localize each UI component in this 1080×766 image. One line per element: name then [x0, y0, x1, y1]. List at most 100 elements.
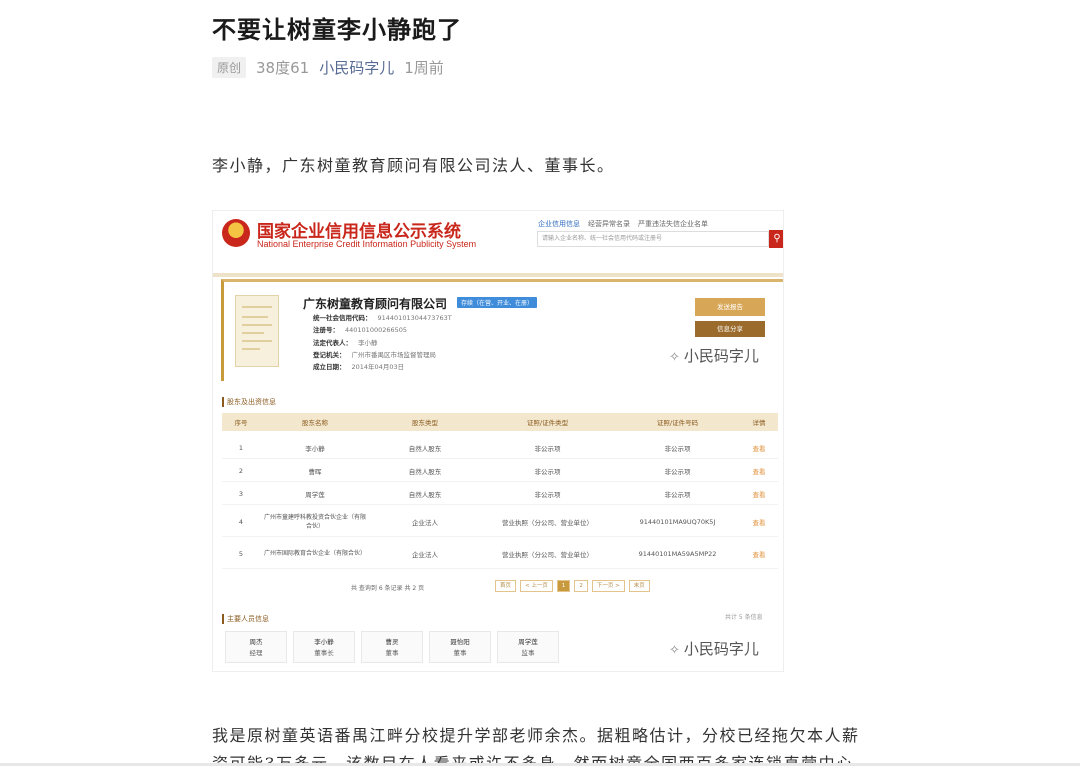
field-key: 成立日期： [313, 363, 346, 372]
field-value: 广州市番禺区市场监督管理局 [351, 350, 437, 359]
read-count: 38度61 [256, 59, 310, 77]
field-row: 统一社会信用代码： 91440101304473763T [313, 312, 452, 324]
search-icon: ⚲ [769, 230, 783, 248]
watermark: ✧ 小民码字儿 [669, 345, 759, 366]
field-value: 李小静 [358, 338, 378, 347]
wechat-icon: ✧ [669, 349, 680, 364]
table-row: 4 广州市童建呼科教投资合伙企业（有限合伙） 企业法人 营业执照（分公司、营业单… [222, 507, 778, 537]
shot-search-input: 请输入企业名称、统一社会信用代码或注册号 [537, 231, 769, 247]
pager-next: 下一页 > [591, 580, 625, 592]
cell: 广州市国际教育合伙企业（有限合伙） [264, 550, 367, 557]
field-key: 统一社会信用代码： [313, 314, 372, 322]
wechat-icon: ✧ [669, 642, 680, 657]
person-name: 曹灵 [385, 638, 399, 646]
cell: 营业执照（分公司、营业单位） [502, 550, 593, 559]
field-value: 2014年04月03日 [351, 363, 405, 372]
send-report-button: 发送报告 [695, 298, 765, 316]
pager-page-1: 1 [556, 580, 571, 592]
field-row: 法定代表人： 李小静 [313, 337, 452, 349]
col-header: 详情 [752, 419, 766, 427]
col-header: 证照/证件类型 [526, 419, 569, 427]
author-link[interactable]: 小民码字儿 [319, 57, 394, 78]
lead-paragraph: 李小静，广东树童教育顾问有限公司法人、董事长。 [212, 156, 615, 175]
field-row: 登记机关： 广州市番禺区市场监督管理局 [313, 349, 452, 361]
person-role: 董事 [385, 649, 399, 657]
people-section-title: 主要人员信息 [222, 614, 269, 624]
company-fields: 统一社会信用代码： 91440101304473763T 注册号： 44010100… [313, 312, 452, 373]
cell: 周学莲 [305, 490, 325, 499]
person-role: 董事 [453, 649, 467, 657]
cell: 5 [238, 549, 244, 558]
cell: 非公示项 [534, 467, 561, 476]
cell: 企业法人 [412, 518, 438, 527]
system-subtitle: National Enterprise Credit Information P… [257, 239, 477, 249]
view-link: 查看 [752, 518, 766, 527]
person-role: 经理 [249, 649, 263, 657]
col-header: 序号 [234, 419, 248, 427]
cell: 自然人股东 [408, 467, 442, 476]
pager-first: 首页 [495, 580, 517, 592]
field-key: 法定代表人： [313, 338, 352, 347]
field-row: 注册号： 440101000266505 [313, 324, 452, 336]
publish-time: 1周前 [404, 59, 444, 77]
cell: 非公示项 [664, 444, 691, 453]
cell: 企业法人 [412, 550, 438, 559]
license-image [235, 295, 279, 367]
share-info-button: 信息分享 [695, 321, 765, 337]
toplink: 企业信用信息 [538, 220, 580, 228]
col-header: 股东类型 [412, 419, 438, 427]
cell: 李小静 [305, 444, 325, 453]
view-link: 查看 [752, 467, 766, 476]
view-link: 查看 [752, 490, 766, 499]
pager-last: 末页 [628, 580, 650, 592]
header-divider [213, 273, 783, 277]
cell: 非公示项 [664, 467, 691, 476]
field-key: 注册号： [313, 326, 339, 335]
shareholders-section-title: 股东及出资信息 [222, 397, 276, 407]
embedded-screenshot[interactable]: 国家企业信用信息公示系统 National Enterprise Credit … [212, 210, 784, 672]
watermark-text: 小民码字儿 [683, 348, 759, 365]
table-header: 序号 股东名称 股东类型 证照/证件类型 证照/证件号码 详情 [222, 413, 778, 431]
person-role: 董事长 [314, 649, 334, 657]
cell: 自然人股东 [408, 444, 442, 453]
shot-header: 国家企业信用信息公示系统 National Enterprise Credit … [213, 211, 783, 269]
company-name: 广东树童教育顾问有限公司 [303, 297, 448, 311]
article-title: 不要让树童李小静跑了 [212, 16, 462, 44]
view-link: 查看 [752, 550, 766, 559]
table-row: 1 李小静 自然人股东 非公示项 非公示项 查看 [222, 437, 778, 459]
toplink: 经营异常名录 [588, 220, 630, 228]
person-card: 聂怡阳 董事 [429, 631, 491, 663]
toplink: 严重违法失信企业名单 [638, 220, 708, 228]
field-row: 成立日期： 2014年04月03日 [313, 361, 452, 373]
national-emblem-icon [222, 219, 250, 247]
table-row: 2 曹晖 自然人股东 非公示项 非公示项 查看 [222, 460, 778, 482]
person-name: 李小静 [314, 638, 334, 646]
watermark-text: 小民码字儿 [683, 641, 759, 658]
cell: 2 [238, 466, 244, 475]
body-paragraph: 我是原树童英语番禺江畔分校提升学部老师余杰。据粗略估计，分校已经拖欠本人薪 [212, 726, 860, 745]
col-header: 证照/证件号码 [656, 419, 699, 427]
pager-prev: < 上一页 [520, 580, 553, 592]
person-card: 周学莲 监事 [497, 631, 559, 663]
people-count: 共计 5 条信息 [725, 614, 763, 621]
cell: 非公示项 [534, 490, 561, 499]
cell: 曹晖 [308, 467, 322, 476]
col-header: 股东名称 [302, 419, 328, 427]
cell: 自然人股东 [408, 490, 442, 499]
field-value: 440101000266505 [345, 326, 408, 335]
top-links: 企业信用信息 经营异常名录 严重违法失信企业名单 [538, 219, 708, 229]
field-key: 登记机关： [313, 350, 346, 359]
pager-page-2: 2 [574, 580, 588, 592]
person-name: 周学莲 [518, 638, 538, 646]
table-row: 5 广州市国际教育合伙企业（有限合伙） 企业法人 营业执照（分公司、营业单位） … [222, 539, 778, 569]
person-card: 曹灵 董事 [361, 631, 423, 663]
person-role: 监事 [521, 649, 535, 657]
people-list: 周杰 经理 李小静董事长 曹灵董事 聂怡阳 董事 周学莲监事 [225, 631, 559, 663]
cell: 4 [238, 517, 244, 526]
cell: 91440101MA59A5MP22 [638, 549, 717, 558]
pagination: 首页 < 上一页 1 2 下一页 > 末页 [495, 580, 650, 592]
cell: 91440101MA9UQ70K5J [639, 517, 716, 526]
person-card: 周杰 经理 [225, 631, 287, 663]
person-card: 李小静 董事长 [293, 631, 355, 663]
status-badge: 存续（在营、开业、在册） [457, 297, 538, 308]
